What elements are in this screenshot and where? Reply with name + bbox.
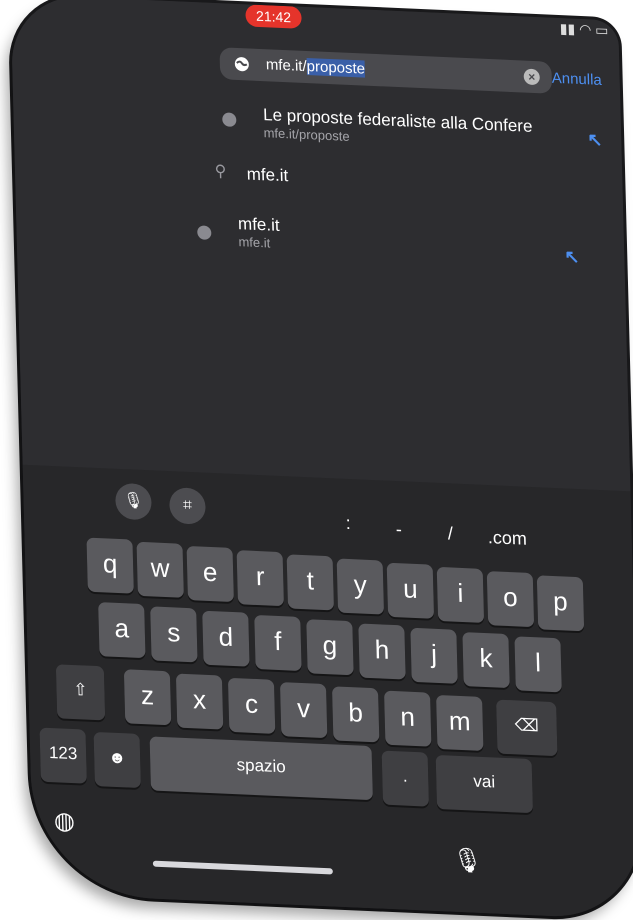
globe-icon [234, 57, 249, 72]
key-f[interactable]: f [254, 614, 302, 672]
scan-text-icon[interactable]: ⌗ [169, 487, 206, 525]
key-d[interactable]: d [202, 610, 250, 667]
key-r[interactable]: r [236, 550, 284, 607]
wifi-icon: ◠ [578, 20, 592, 38]
url-plain-text: mfe.it/ [265, 56, 307, 76]
key-h[interactable]: h [358, 623, 406, 680]
period-key[interactable]: . [381, 750, 429, 807]
globe-icon [197, 225, 212, 240]
quick-key-colon[interactable]: : [345, 513, 351, 534]
fill-arrow-icon[interactable]: ↖ [587, 129, 603, 151]
key-b[interactable]: b [331, 686, 380, 743]
delete-key[interactable]: ⌫ [496, 699, 558, 757]
key-u[interactable]: u [386, 562, 435, 619]
key-q[interactable]: q [86, 537, 134, 594]
key-m[interactable]: m [436, 694, 484, 751]
globe-icon [222, 112, 237, 127]
emoji-key[interactable]: ☻ [93, 731, 141, 789]
address-bar[interactable]: mfe.it/proposte × [219, 47, 553, 94]
key-x[interactable]: x [175, 673, 224, 730]
suggestion-subtitle: mfe.it [238, 234, 271, 251]
cancel-button[interactable]: Annulla [552, 70, 602, 89]
numbers-key[interactable]: 123 [39, 727, 87, 784]
clear-icon[interactable]: × [523, 68, 540, 86]
keyboard: 🎙 ⌗ : - / .com q w e r t y u i o p a s d… [22, 464, 633, 920]
mic-icon[interactable]: 🎙 [114, 482, 152, 521]
phone: 21:42 ▮▮ ◠ ▭ mfe.it/proposte × Annulla L… [10, 0, 633, 920]
key-n[interactable]: n [384, 690, 432, 747]
key-g[interactable]: g [306, 619, 354, 676]
space-key[interactable]: spazio [149, 736, 373, 801]
key-i[interactable]: i [436, 566, 485, 623]
globe-icon[interactable]: ◍ [54, 806, 76, 836]
suggestion-title: mfe.it [246, 164, 289, 186]
quick-key-com[interactable]: .com [488, 527, 528, 550]
suggestion-title: mfe.it [237, 214, 280, 235]
key-k[interactable]: k [462, 632, 510, 689]
key-c[interactable]: c [227, 677, 276, 734]
fill-arrow-icon[interactable]: ↖ [564, 246, 580, 268]
key-v[interactable]: v [279, 682, 328, 739]
key-w[interactable]: w [136, 541, 184, 598]
search-icon: ⚲ [214, 163, 227, 181]
address-input[interactable]: mfe.it/proposte [265, 56, 366, 78]
quick-key-dash[interactable]: - [396, 519, 403, 540]
suggestion-item[interactable]: mfe.it [246, 164, 288, 186]
dictation-mic-icon[interactable]: 🎙 [452, 846, 483, 876]
key-p[interactable]: p [536, 575, 585, 632]
suggestion-item[interactable]: Le proposte federaliste alla Confere mfe… [263, 105, 533, 152]
quick-key-slash[interactable]: / [448, 523, 454, 544]
key-o[interactable]: o [486, 571, 535, 628]
browser-suggestions-panel: 21:42 ▮▮ ◠ ▭ mfe.it/proposte × Annulla L… [10, 0, 631, 492]
key-t[interactable]: t [286, 554, 335, 611]
shift-key[interactable]: ⇧ [55, 664, 106, 721]
key-y[interactable]: y [336, 558, 385, 615]
key-s[interactable]: s [150, 606, 198, 663]
battery-icon: ▭ [594, 21, 609, 39]
url-selected-text: proposte [306, 58, 366, 78]
key-a[interactable]: a [98, 602, 146, 659]
signal-icon: ▮▮ [559, 20, 576, 37]
status-time: 21:42 [245, 4, 302, 29]
key-j[interactable]: j [410, 627, 458, 684]
key-z[interactable]: z [123, 669, 172, 726]
status-icons: ▮▮ ◠ ▭ [560, 20, 609, 39]
key-l[interactable]: l [514, 636, 562, 693]
key-e[interactable]: e [186, 545, 234, 603]
suggestion-item[interactable]: mfe.it mfe.it [238, 214, 280, 251]
go-key[interactable]: vai [435, 754, 534, 814]
